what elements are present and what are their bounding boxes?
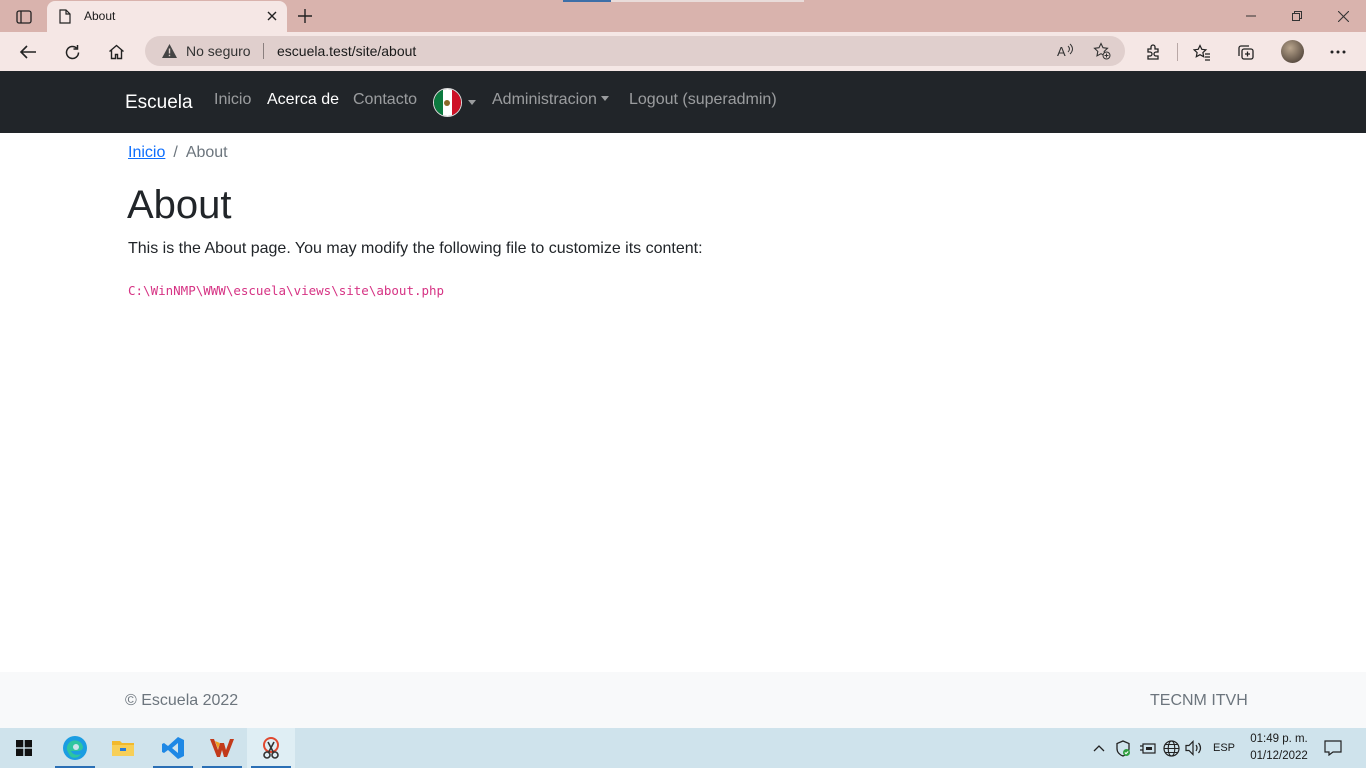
collections-icon: [1238, 44, 1254, 60]
language-dropdown[interactable]: [433, 87, 476, 117]
show-hidden-icons-button[interactable]: [1090, 728, 1108, 768]
back-arrow-icon: [19, 45, 36, 59]
nav-dropdown-administracion[interactable]: Administracion: [492, 91, 609, 109]
favorites-button[interactable]: [1187, 37, 1217, 67]
add-favorite-icon[interactable]: [1093, 42, 1111, 60]
site-footer: © Escuela 2022 TECNM ITVH: [0, 672, 1366, 728]
notifications-button[interactable]: [1320, 728, 1346, 768]
close-icon: [1337, 10, 1349, 22]
site-navbar: Escuela Inicio Acerca de Contacto Admini…: [0, 71, 1366, 133]
close-tab-icon[interactable]: [265, 9, 279, 23]
winnmp-icon: [210, 739, 234, 757]
settings-more-button[interactable]: [1323, 37, 1353, 67]
language-indicator[interactable]: ESP: [1210, 728, 1238, 768]
puzzle-icon: [1146, 43, 1159, 60]
tab-actions-icon: [16, 10, 32, 24]
tab-actions-button[interactable]: [10, 6, 38, 28]
chevron-down-icon: [600, 96, 609, 101]
clock-date: 01/12/2022: [1250, 750, 1308, 762]
file-path-code: C:\WinNMP\WWW\escuela\views\site\about.p…: [128, 283, 445, 298]
read-aloud-icon[interactable]: A: [1057, 42, 1075, 60]
taskbar-clock[interactable]: 01:49 p. m. 01/12/2022: [1244, 731, 1314, 765]
close-window-button[interactable]: [1320, 0, 1366, 32]
home-icon: [108, 44, 124, 60]
vscode-icon: [162, 737, 184, 759]
clock-time: 01:49 p. m.: [1250, 733, 1308, 745]
language-label: ESP: [1212, 742, 1235, 754]
address-separator: [263, 43, 264, 59]
brand-link[interactable]: Escuela: [125, 92, 193, 114]
globe-icon: [1162, 739, 1180, 757]
notification-icon: [1324, 740, 1342, 756]
browser-toolbar: No seguro escuela.test/site/about A: [0, 32, 1366, 71]
favorites-icon: [1193, 43, 1210, 61]
breadcrumb-separator: /: [173, 144, 178, 161]
address-bar[interactable]: No seguro escuela.test/site/about A: [145, 36, 1125, 66]
footer-institution: TECNM ITVH: [1150, 692, 1248, 709]
tab-title: About: [84, 9, 116, 23]
nav-link-contacto[interactable]: Contacto: [353, 91, 417, 109]
plus-icon: [298, 9, 312, 23]
extensions-button[interactable]: [1138, 37, 1168, 67]
edge-icon: [63, 736, 87, 760]
taskbar-winnmp[interactable]: [198, 728, 246, 768]
collections-button[interactable]: [1231, 37, 1261, 67]
breadcrumb-home-link[interactable]: Inicio: [128, 144, 165, 161]
tab-strip-highlight: [611, 0, 804, 2]
logout-button[interactable]: Logout (superadmin): [629, 91, 777, 109]
folder-icon: [112, 741, 134, 756]
page-title: About: [127, 183, 232, 227]
footer-copyright: © Escuela 2022: [125, 692, 239, 709]
power-plug-icon: [1139, 743, 1156, 754]
start-button[interactable]: [0, 728, 48, 768]
more-dots-icon: [1330, 50, 1346, 54]
profile-avatar[interactable]: [1281, 40, 1304, 63]
speaker-icon: [1185, 740, 1202, 756]
reload-icon: [65, 44, 79, 59]
snipping-tool-icon: [263, 737, 279, 759]
security-status[interactable]: No seguro: [186, 43, 251, 59]
windows-logo-icon: [16, 740, 32, 756]
reload-button[interactable]: [57, 37, 87, 67]
mexico-flag-icon: [433, 87, 462, 117]
shield-icon: [1116, 739, 1130, 757]
nav-link-inicio[interactable]: Inicio: [214, 91, 251, 109]
tray-battery-icon[interactable]: [1137, 728, 1157, 768]
taskbar-snipping-tool[interactable]: [247, 728, 295, 768]
windows-taskbar: ESP 01:49 p. m. 01/12/2022: [0, 728, 1366, 768]
tray-network-icon[interactable]: [1161, 728, 1181, 768]
browser-tab-strip: About: [0, 0, 1366, 32]
minimize-button[interactable]: [1228, 0, 1274, 32]
tray-volume-icon[interactable]: [1184, 728, 1204, 768]
nav-link-acerca-de[interactable]: Acerca de: [267, 91, 339, 109]
breadcrumb-current: About: [185, 144, 228, 161]
home-button[interactable]: [101, 37, 131, 67]
taskbar-edge[interactable]: [51, 728, 99, 768]
restore-button[interactable]: [1274, 0, 1320, 32]
chevron-up-icon: [1093, 745, 1105, 752]
url-text[interactable]: escuela.test/site/about: [277, 43, 416, 59]
svg-text:A: A: [1057, 44, 1066, 59]
minimize-icon: [1246, 15, 1256, 17]
taskbar-vscode[interactable]: [149, 728, 197, 768]
browser-tab[interactable]: About: [47, 1, 287, 32]
page-description: This is the About page. You may modify t…: [128, 240, 703, 257]
restore-icon: [1292, 11, 1302, 21]
toolbar-divider: [1177, 43, 1178, 61]
administracion-label: Administracion: [492, 91, 597, 108]
back-button[interactable]: [13, 37, 43, 67]
taskbar-file-explorer[interactable]: [99, 728, 147, 768]
tray-security-icon[interactable]: [1113, 728, 1133, 768]
breadcrumb: Inicio / About: [128, 144, 228, 162]
tab-loading-indicator: [563, 0, 611, 2]
warning-icon[interactable]: [161, 43, 178, 59]
chevron-down-icon: [468, 99, 476, 105]
page-icon: [59, 9, 71, 24]
new-tab-button[interactable]: [294, 5, 316, 27]
